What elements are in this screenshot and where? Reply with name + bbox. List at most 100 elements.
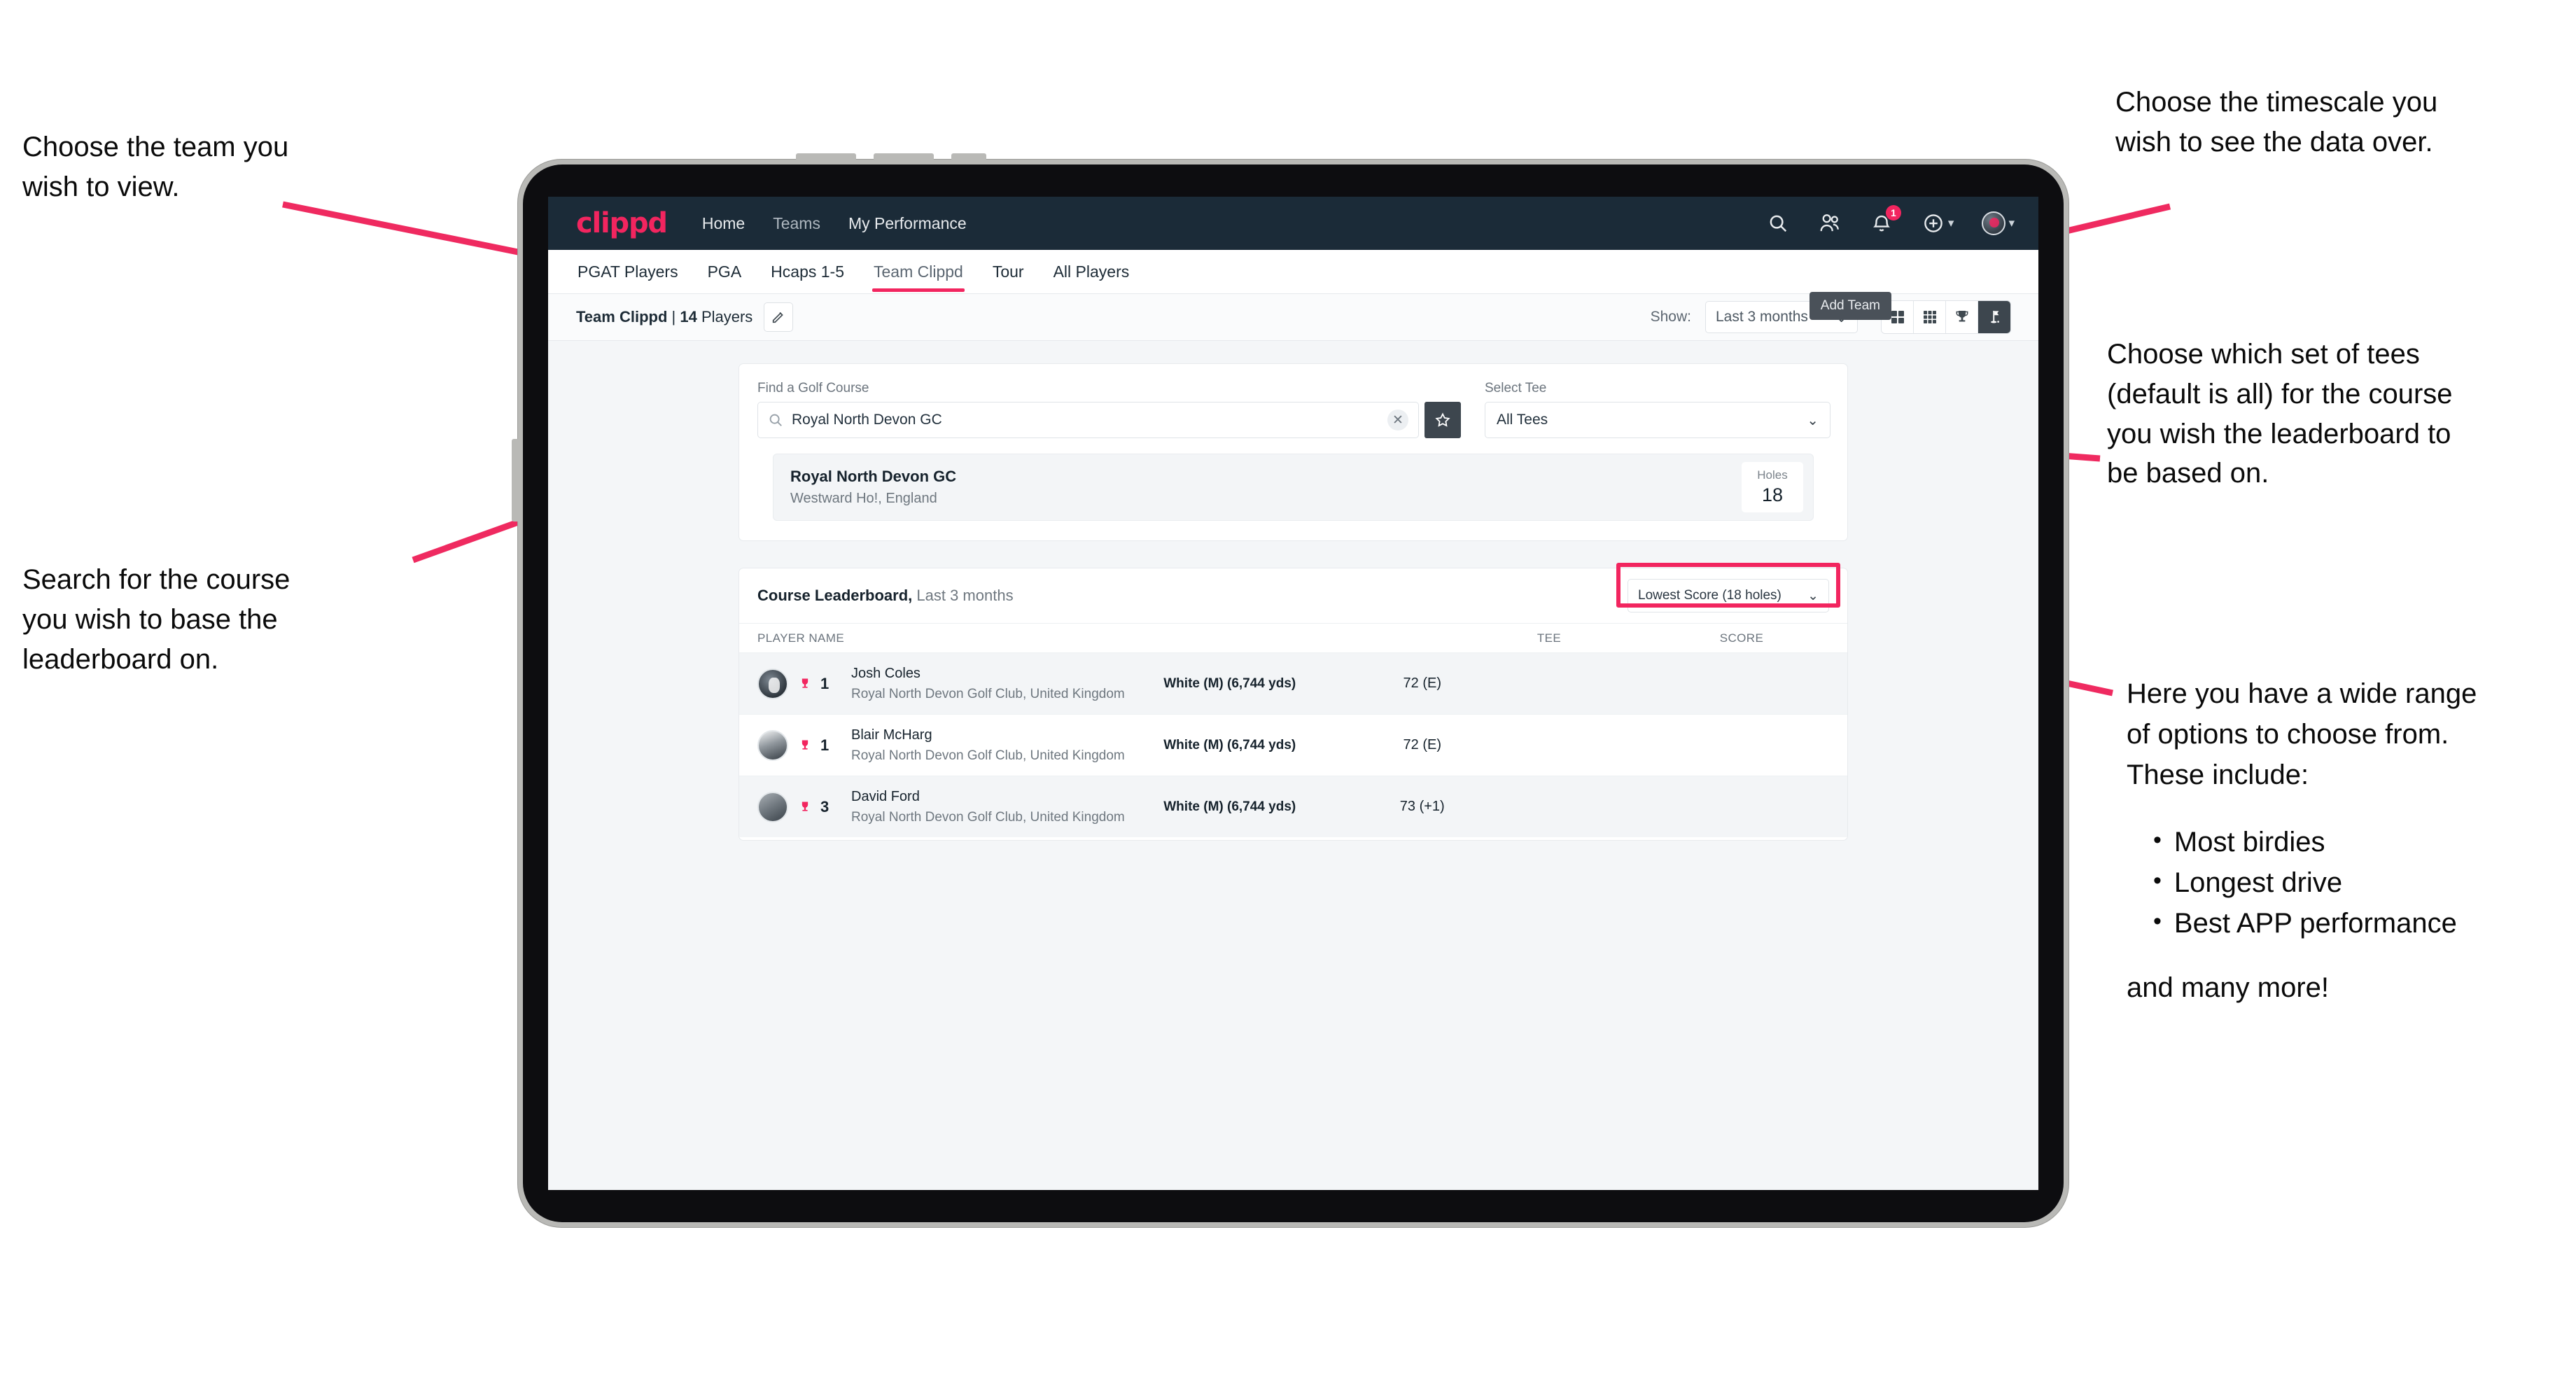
trophy-icon (1956, 311, 1968, 322)
favourite-course-button[interactable] (1424, 402, 1461, 438)
golf-flag-icon (1991, 311, 1999, 323)
player-club: Royal North Devon Golf Club, United King… (851, 686, 1125, 701)
column-tee: TEE (1536, 631, 1562, 645)
chevron-down-icon: ⌄ (1807, 412, 1819, 428)
course-search-value: Royal North Devon GC (792, 412, 942, 428)
tab-pgat-players[interactable]: PGAT Players (576, 251, 680, 292)
player-count: 14 (680, 308, 697, 326)
volume-button (796, 153, 856, 161)
course-search-field: Find a Golf Course Royal North Devon GC … (757, 381, 1461, 438)
leaderboard-sort-value: Lowest Score (18 holes) (1638, 588, 1782, 603)
clippd-logo[interactable]: clippd (576, 207, 668, 239)
tee-select-label: Select Tee (1485, 381, 1547, 396)
player-club: Royal North Devon Golf Club, United King… (851, 748, 1125, 763)
rank-value: 1 (820, 674, 830, 692)
course-result-item[interactable]: Royal North Devon GC Westward Ho!, Engla… (773, 454, 1814, 521)
avatar (757, 668, 788, 699)
tee-select-field: Select Tee All Tees ⌄ (1485, 381, 1830, 438)
edit-team-button[interactable] (764, 302, 794, 332)
tee-select[interactable]: All Tees ⌄ (1485, 402, 1830, 438)
notification-badge: 1 (1885, 205, 1901, 220)
account-menu[interactable]: ▾ (1982, 211, 2015, 235)
search-fields-row: Find a Golf Course Royal North Devon GC … (757, 381, 1830, 438)
chevron-down-icon: ▾ (1947, 216, 1954, 230)
app-header: clippd Home Teams My Performance 1 ▾ ▾ (548, 197, 2038, 250)
notifications-icon[interactable]: 1 (1870, 205, 1901, 235)
leaderboard-sort-select[interactable]: Lowest Score (18 holes) ⌄ (1628, 579, 1829, 612)
golf-flag-view-button[interactable] (1978, 301, 2010, 333)
star-icon (1435, 412, 1450, 427)
trophy-icon (798, 676, 812, 692)
course-search-input[interactable]: Royal North Devon GC ✕ (757, 402, 1419, 438)
tab-team-clippd[interactable]: Team Clippd (872, 251, 965, 292)
table-row[interactable]: 3 David Ford Royal North Devon Golf Club… (739, 776, 1847, 837)
tab-hcaps-1-5[interactable]: Hcaps 1-5 (769, 251, 846, 292)
holes-value: 18 (1761, 484, 1784, 505)
add-menu[interactable]: ▾ (1921, 211, 1954, 235)
view-toggle-group (1882, 301, 2010, 333)
nav-link-home[interactable]: Home (702, 214, 745, 233)
course-search-label: Find a Golf Course (757, 381, 869, 396)
table-row[interactable]: 1 Josh Coles Royal North Devon Golf Club… (739, 652, 1847, 714)
rank-value: 3 (820, 797, 830, 816)
row-score: 72 (E) (1403, 737, 1441, 752)
player-info: Blair McHarg Royal North Devon Golf Club… (851, 727, 1125, 764)
course-result-location: Westward Ho!, England (790, 491, 937, 506)
team-separator: | (667, 308, 680, 326)
player-club: Royal North Devon Golf Club, United King… (851, 809, 1125, 825)
power-button (512, 439, 519, 522)
header-actions: 1 ▾ ▾ (1766, 205, 2015, 235)
leaderboard-sort-wrap: Lowest Score (18 holes) ⌄ (1628, 579, 1829, 612)
leaderboard-title-main: Course Leaderboard, (757, 587, 913, 604)
tablet-bezel: clippd Home Teams My Performance 1 ▾ ▾ P… (523, 164, 2064, 1222)
team-name: Team Clippd (576, 308, 668, 326)
player-name: David Ford (851, 788, 920, 804)
timescale-value: Last 3 months (1716, 309, 1808, 325)
column-player-name: PLAYER NAME (757, 631, 845, 645)
player-info: Josh Coles Royal North Devon Golf Club, … (851, 666, 1125, 702)
row-tee: White (M) (6,744 yds) (1163, 676, 1296, 691)
course-result-text: Royal North Devon GC Westward Ho!, Engla… (790, 468, 956, 507)
team-tabs: PGAT Players PGA Hcaps 1-5 Team Clippd T… (548, 250, 2038, 320)
tee-select-value: All Tees (1497, 412, 1548, 428)
row-score: 72 (E) (1403, 676, 1441, 691)
tablet-device: clippd Home Teams My Performance 1 ▾ ▾ P… (512, 153, 2068, 1227)
volume-button (951, 153, 986, 161)
course-search-card: Find a Golf Course Royal North Devon GC … (738, 363, 1848, 541)
add-icon[interactable] (1921, 211, 1945, 235)
nav-link-my-performance[interactable]: My Performance (848, 214, 967, 233)
search-icon[interactable] (1766, 211, 1790, 235)
holes-label: Holes (1757, 468, 1788, 482)
players-word: Players (696, 308, 753, 326)
row-score: 73 (+1) (1399, 799, 1445, 814)
account-avatar[interactable] (1982, 211, 2006, 235)
grid-3x3-view-button[interactable] (1914, 301, 1946, 333)
main-nav: Home Teams My Performance (702, 214, 967, 233)
main-content: Find a Golf Course Royal North Devon GC … (548, 341, 2038, 841)
avatar (757, 791, 788, 822)
trophy-icon (798, 738, 812, 753)
tab-pga[interactable]: PGA (706, 251, 743, 292)
app-screen: clippd Home Teams My Performance 1 ▾ ▾ P… (548, 197, 2038, 1190)
chevron-down-icon: ▾ (2008, 216, 2015, 230)
tab-tour[interactable]: Tour (991, 251, 1026, 292)
column-score: SCORE (1719, 631, 1764, 645)
table-row[interactable]: 1 Blair McHarg Royal North Devon Golf Cl… (739, 714, 1847, 776)
close-icon[interactable]: ✕ (1387, 410, 1408, 430)
player-info: David Ford Royal North Devon Golf Club, … (851, 789, 1125, 825)
volume-button (874, 153, 934, 161)
page-root: Choose the team you wish to view. Search… (0, 0, 2576, 1386)
tab-all-players[interactable]: All Players (1052, 251, 1131, 292)
team-summary: Team Clippd | 14 Players (576, 308, 752, 326)
trophy-view-button[interactable] (1946, 301, 1978, 333)
pencil-icon (773, 312, 784, 323)
leaderboard-title: Course Leaderboard, Last 3 months (757, 587, 1014, 605)
row-tee: White (M) (6,744 yds) (1163, 737, 1296, 752)
nav-link-teams[interactable]: Teams (773, 214, 820, 233)
player-name: Blair McHarg (851, 727, 932, 743)
grid-2x2-icon (1891, 311, 1904, 323)
leaderboard-title-sub: Last 3 months (912, 587, 1014, 604)
trophy-icon (798, 799, 812, 815)
player-name: Josh Coles (851, 665, 920, 681)
people-icon[interactable] (1818, 211, 1842, 235)
